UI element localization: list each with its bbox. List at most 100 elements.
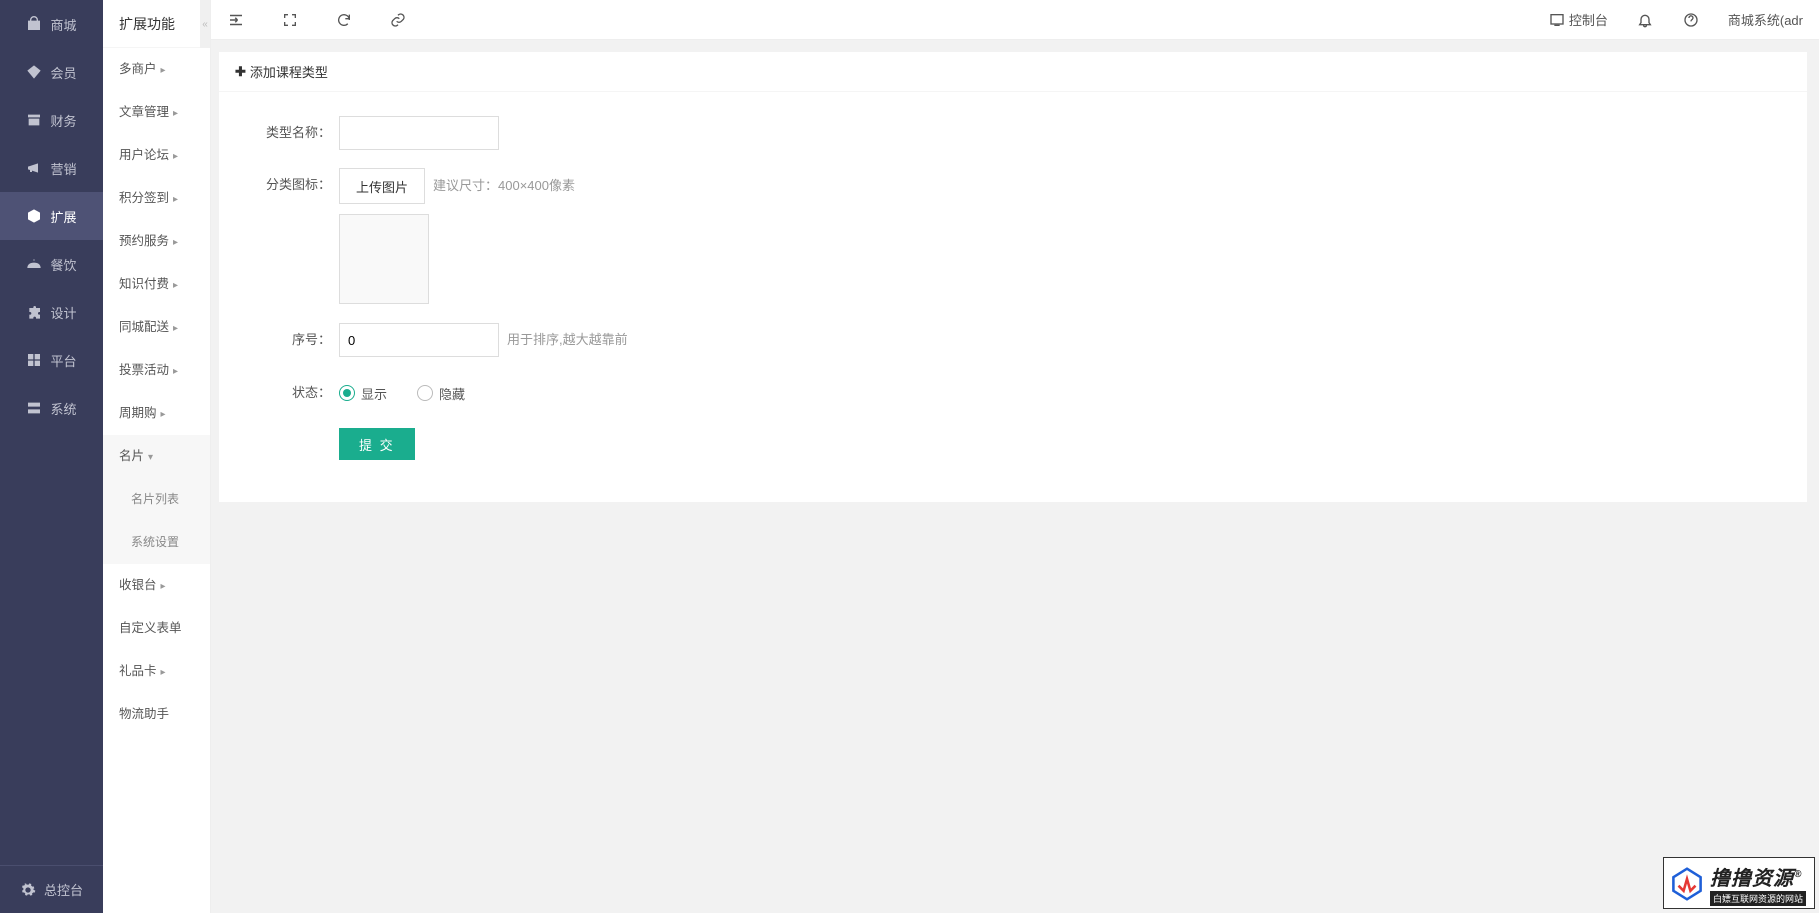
sec-item-forum[interactable]: 用户论坛▸ xyxy=(103,134,210,177)
sec-item-giftcard[interactable]: 礼品卡▸ xyxy=(103,650,210,693)
dish-icon xyxy=(26,256,42,272)
sidebar-item-label: 扩展 xyxy=(50,207,76,226)
sidebar-item-label: 财务 xyxy=(50,111,76,130)
console-button[interactable]: 控制台 xyxy=(1549,10,1608,29)
sidebar-item-label: 系统 xyxy=(50,399,76,418)
sidebar-item-label: 营销 xyxy=(50,159,76,178)
puzzle-icon xyxy=(26,304,42,320)
sec-item-multistore[interactable]: 多商户▸ xyxy=(103,48,210,91)
name-label: 类型名称： xyxy=(239,116,339,150)
caret-right-icon: ▸ xyxy=(173,151,178,162)
caret-right-icon: ▸ xyxy=(173,323,178,334)
radio-dot-icon xyxy=(417,385,433,401)
panel: ✚ 添加课程类型 类型名称： 分类图标： 上传图片 建议尺寸：400×400像素 xyxy=(219,52,1807,502)
diamond-icon xyxy=(26,64,42,80)
sec-item-booking[interactable]: 预约服务▸ xyxy=(103,220,210,263)
sidebar-secondary: « 扩展功能 多商户▸ 文章管理▸ 用户论坛▸ 积分签到▸ 预约服务▸ 知识付费… xyxy=(103,0,211,913)
watermark-main: 撸撸资源 xyxy=(1710,868,1794,890)
main-area: 控制台 商城系统(adr ✚ 添加课程类型 类型名称： xyxy=(211,0,1819,913)
sidebar-item-member[interactable]: 会员 xyxy=(0,48,103,96)
name-input[interactable] xyxy=(339,116,499,150)
sidebar-item-marketing[interactable]: 营销 xyxy=(0,144,103,192)
sidebar-primary: 商城 会员 财务 营销 扩展 餐饮 设计 平台 xyxy=(0,0,103,913)
sidebar-item-restaurant[interactable]: 餐饮 xyxy=(0,240,103,288)
secondary-title: 扩展功能 xyxy=(103,0,210,48)
radio-dot-icon xyxy=(339,385,355,401)
radio-label: 隐藏 xyxy=(439,384,465,403)
menu-toggle-icon[interactable] xyxy=(227,11,245,29)
sidebar-item-design[interactable]: 设计 xyxy=(0,288,103,336)
image-preview[interactable] xyxy=(339,214,429,304)
fullscreen-icon[interactable] xyxy=(281,11,299,29)
radio-label: 显示 xyxy=(361,384,387,403)
caret-right-icon: ▸ xyxy=(161,409,166,420)
sec-subitem-card-settings[interactable]: 系统设置 xyxy=(103,521,210,564)
megaphone-icon xyxy=(26,160,42,176)
sec-item-citydelivery[interactable]: 同城配送▸ xyxy=(103,306,210,349)
link-icon[interactable] xyxy=(389,11,407,29)
sidebar-item-master-console[interactable]: 总控台 xyxy=(0,865,103,913)
sort-label: 序号： xyxy=(239,323,339,357)
caret-right-icon: ▸ xyxy=(161,65,166,76)
refresh-icon[interactable] xyxy=(335,11,353,29)
bell-icon[interactable] xyxy=(1636,11,1654,29)
content-wrap: ✚ 添加课程类型 类型名称： 分类图标： 上传图片 建议尺寸：400×400像素 xyxy=(211,40,1819,913)
sec-item-cashier[interactable]: 收银台▸ xyxy=(103,564,210,607)
watermark-sub: 白嫖互联网资源的网站 xyxy=(1710,891,1806,906)
user-label[interactable]: 商城系统(adr xyxy=(1728,10,1803,29)
status-label: 状态： xyxy=(239,376,339,410)
sidebar-item-label: 设计 xyxy=(50,303,76,322)
grid-icon xyxy=(26,352,42,368)
sidebar-item-mall[interactable]: 商城 xyxy=(0,0,103,48)
sec-item-knowledge[interactable]: 知识付费▸ xyxy=(103,263,210,306)
watermark-reg: ® xyxy=(1794,869,1802,880)
topbar: 控制台 商城系统(adr xyxy=(211,0,1819,40)
panel-title: 添加课程类型 xyxy=(250,62,328,81)
upload-button[interactable]: 上传图片 xyxy=(339,168,425,204)
sec-item-checkin[interactable]: 积分签到▸ xyxy=(103,177,210,220)
status-hide-radio[interactable]: 隐藏 xyxy=(417,384,465,403)
caret-right-icon: ▸ xyxy=(173,108,178,119)
caret-down-icon: ▾ xyxy=(148,452,153,463)
sort-input[interactable] xyxy=(339,323,499,357)
sec-item-logistics[interactable]: 物流助手 xyxy=(103,693,210,736)
watermark: 撸撸资源® 白嫖互联网资源的网站 xyxy=(1663,857,1815,909)
sec-item-periodic[interactable]: 周期购▸ xyxy=(103,392,210,435)
sec-item-customform[interactable]: 自定义表单 xyxy=(103,607,210,650)
sidebar-item-label: 会员 xyxy=(50,63,76,82)
console-icon xyxy=(1549,12,1565,28)
collapse-handle[interactable]: « xyxy=(200,0,210,48)
cube-icon xyxy=(26,208,42,224)
caret-right-icon: ▸ xyxy=(161,667,166,678)
form: 类型名称： 分类图标： 上传图片 建议尺寸：400×400像素 xyxy=(219,92,1807,502)
sidebar-item-platform[interactable]: 平台 xyxy=(0,336,103,384)
sidebar-item-finance[interactable]: 财务 xyxy=(0,96,103,144)
size-hint: 建议尺寸：400×400像素 xyxy=(433,168,575,204)
caret-right-icon: ▸ xyxy=(161,581,166,592)
caret-right-icon: ▸ xyxy=(173,280,178,291)
sec-subitem-card-list[interactable]: 名片列表 xyxy=(103,478,210,521)
sec-item-card[interactable]: 名片▾ xyxy=(103,435,210,478)
panel-header: ✚ 添加课程类型 xyxy=(219,52,1807,92)
status-show-radio[interactable]: 显示 xyxy=(339,384,387,403)
icon-label: 分类图标： xyxy=(239,168,339,202)
server-icon xyxy=(26,400,42,416)
sidebar-item-label: 餐饮 xyxy=(50,255,76,274)
sort-hint: 用于排序,越大越靠前 xyxy=(507,322,628,358)
sec-item-vote[interactable]: 投票活动▸ xyxy=(103,349,210,392)
sidebar-item-label: 商城 xyxy=(50,15,76,34)
console-label: 控制台 xyxy=(1569,10,1608,29)
help-icon[interactable] xyxy=(1682,11,1700,29)
sidebar-item-system[interactable]: 系统 xyxy=(0,384,103,432)
caret-right-icon: ▸ xyxy=(173,194,178,205)
submit-button[interactable]: 提 交 xyxy=(339,428,415,460)
sec-item-article[interactable]: 文章管理▸ xyxy=(103,91,210,134)
sidebar-item-extend[interactable]: 扩展 xyxy=(0,192,103,240)
bag-icon xyxy=(26,16,42,32)
plus-icon: ✚ xyxy=(235,64,246,80)
archive-icon xyxy=(26,112,42,128)
gear-icon xyxy=(20,882,36,898)
watermark-logo-icon xyxy=(1670,867,1704,901)
sidebar-item-label: 总控台 xyxy=(44,880,83,899)
caret-right-icon: ▸ xyxy=(173,237,178,248)
